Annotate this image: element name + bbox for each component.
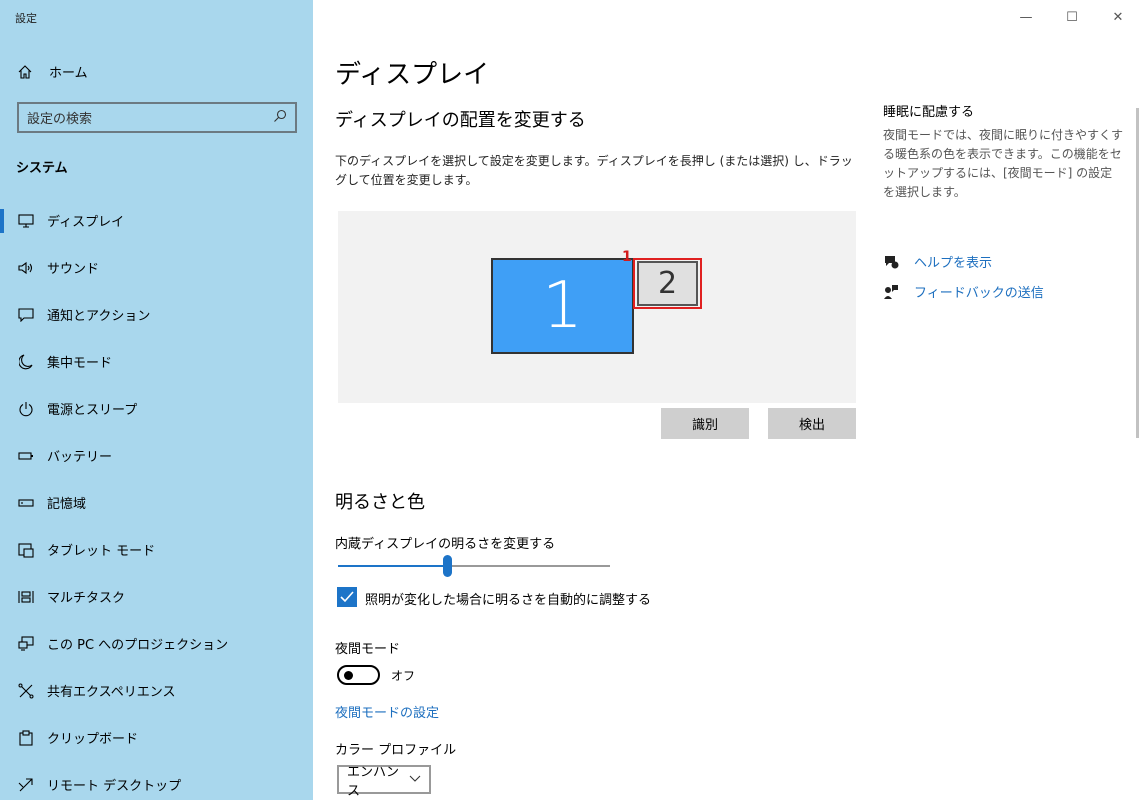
app-title: 設定 (15, 12, 37, 25)
night-mode-settings-link[interactable]: 夜間モードの設定 (335, 702, 439, 721)
speaker-icon (17, 259, 35, 277)
sidebar-item-power[interactable]: 電源とスリープ (0, 385, 313, 432)
color-profile-label: カラー プロファイル (335, 743, 457, 758)
arrange-description: 下のディスプレイを選択して設定を変更します。ディスプレイを長押し (または選択)… (335, 154, 853, 187)
feedback-link-label: フィードバックの送信 (914, 286, 1044, 301)
auto-brightness-checkbox[interactable] (337, 587, 357, 607)
moon-icon (17, 353, 35, 371)
auto-brightness-label: 照明が変化した場合に明るさを自動的に調整する (365, 593, 652, 608)
sidebar-item-multitask[interactable]: マルチタスク (0, 573, 313, 620)
monitor-icon (17, 212, 35, 230)
sidebar-item-battery[interactable]: バッテリー (0, 432, 313, 479)
sidebar-nav: ディスプレイ サウンド 通知とアクション 集中モード 電源とスリープ バッテリー… (0, 197, 313, 800)
sidebar-item-label: この PC へのプロジェクション (47, 638, 229, 653)
chevron-down-icon (409, 772, 421, 787)
sidebar-item-storage[interactable]: 記憶域 (0, 479, 313, 526)
search-input[interactable]: 設定の検索 (17, 102, 297, 133)
sidebar-item-label: サウンド (47, 262, 100, 277)
help-link-label: ヘルプを表示 (914, 256, 993, 271)
annotation-highlight-box (633, 258, 702, 309)
checkmark-icon (340, 591, 354, 603)
sleep-tip-description: 夜間モードでは、夜間に眠りに付きやすくする暖色系の色を表示できます。この機能をセ… (883, 128, 1124, 199)
sidebar-item-remote-desktop[interactable]: リモート デスクトップ (0, 761, 313, 800)
annotation-marker: 1 (622, 249, 632, 265)
home-label: ホーム (49, 66, 88, 81)
brightness-section-title: 明るさと色 (335, 492, 425, 513)
night-mode-toggle[interactable] (337, 665, 380, 685)
search-icon[interactable] (273, 109, 287, 127)
feedback-link[interactable]: フィードバックの送信 (883, 282, 1044, 301)
notification-icon (17, 306, 35, 324)
sidebar-item-display[interactable]: ディスプレイ (0, 197, 313, 244)
sidebar-item-sound[interactable]: サウンド (0, 244, 313, 291)
home-icon (17, 64, 35, 80)
scrollbar[interactable] (1136, 108, 1139, 438)
toggle-knob (344, 671, 353, 680)
sidebar-item-label: 電源とスリープ (47, 403, 138, 418)
display-arrangement-area[interactable]: 1 2 1 (338, 211, 856, 403)
sidebar-item-notifications[interactable]: 通知とアクション (0, 291, 313, 338)
sidebar-item-tablet[interactable]: タブレット モード (0, 526, 313, 573)
slider-fill (338, 565, 447, 567)
sidebar-item-label: ディスプレイ (47, 215, 125, 230)
sidebar-item-projection[interactable]: この PC へのプロジェクション (0, 620, 313, 667)
tablet-icon (17, 541, 35, 559)
sidebar-item-focus[interactable]: 集中モード (0, 338, 313, 385)
main-content: ディスプレイ ディスプレイの配置を変更する 下のディスプレイを選択して設定を変更… (313, 0, 1141, 800)
help-icon (883, 254, 901, 270)
color-profile-value: エンハンス (347, 764, 400, 799)
sidebar-item-label: バッテリー (47, 450, 113, 465)
search-placeholder: 設定の検索 (27, 112, 93, 127)
sidebar-item-label: 記憶域 (47, 497, 87, 512)
feedback-icon (883, 284, 901, 300)
sidebar-item-label: マルチタスク (47, 591, 126, 606)
home-link[interactable]: ホーム (17, 62, 88, 81)
sidebar: 設定 ホーム 設定の検索 システム ディスプレイ サウンド 通知とアクション 集… (0, 0, 313, 800)
slider-thumb[interactable] (443, 555, 452, 577)
sidebar-item-label: 集中モード (47, 356, 113, 371)
sleep-tip-title: 睡眠に配慮する (883, 105, 975, 120)
sidebar-item-label: 通知とアクション (47, 309, 151, 324)
identify-button[interactable]: 識別 (661, 408, 749, 439)
detect-button[interactable]: 検出 (768, 408, 856, 439)
arrange-title: ディスプレイの配置を変更する (335, 110, 586, 131)
sidebar-item-label: 共有エクスペリエンス (47, 685, 176, 700)
help-link[interactable]: ヘルプを表示 (883, 252, 992, 271)
brightness-label: 内蔵ディスプレイの明るさを変更する (335, 537, 556, 552)
section-title: システム (16, 161, 68, 176)
brightness-slider[interactable] (338, 555, 610, 577)
night-mode-state: オフ (391, 669, 416, 683)
clipboard-icon (17, 729, 35, 747)
sidebar-item-label: クリップボード (47, 732, 139, 747)
battery-icon (17, 447, 35, 465)
page-title: ディスプレイ (335, 60, 490, 90)
night-mode-label: 夜間モード (335, 642, 401, 657)
sidebar-item-label: リモート デスクトップ (47, 779, 182, 794)
sidebar-item-clipboard[interactable]: クリップボード (0, 714, 313, 761)
sidebar-item-label: タブレット モード (47, 544, 156, 559)
storage-icon (17, 494, 35, 512)
multitask-icon (17, 588, 35, 606)
monitor-1[interactable]: 1 (491, 258, 634, 354)
projection-icon (17, 635, 35, 653)
sidebar-item-shared[interactable]: 共有エクスペリエンス (0, 667, 313, 714)
remote-icon (17, 776, 35, 794)
power-icon (17, 400, 35, 418)
color-profile-dropdown[interactable]: エンハンス (337, 765, 431, 799)
share-icon (17, 682, 35, 700)
